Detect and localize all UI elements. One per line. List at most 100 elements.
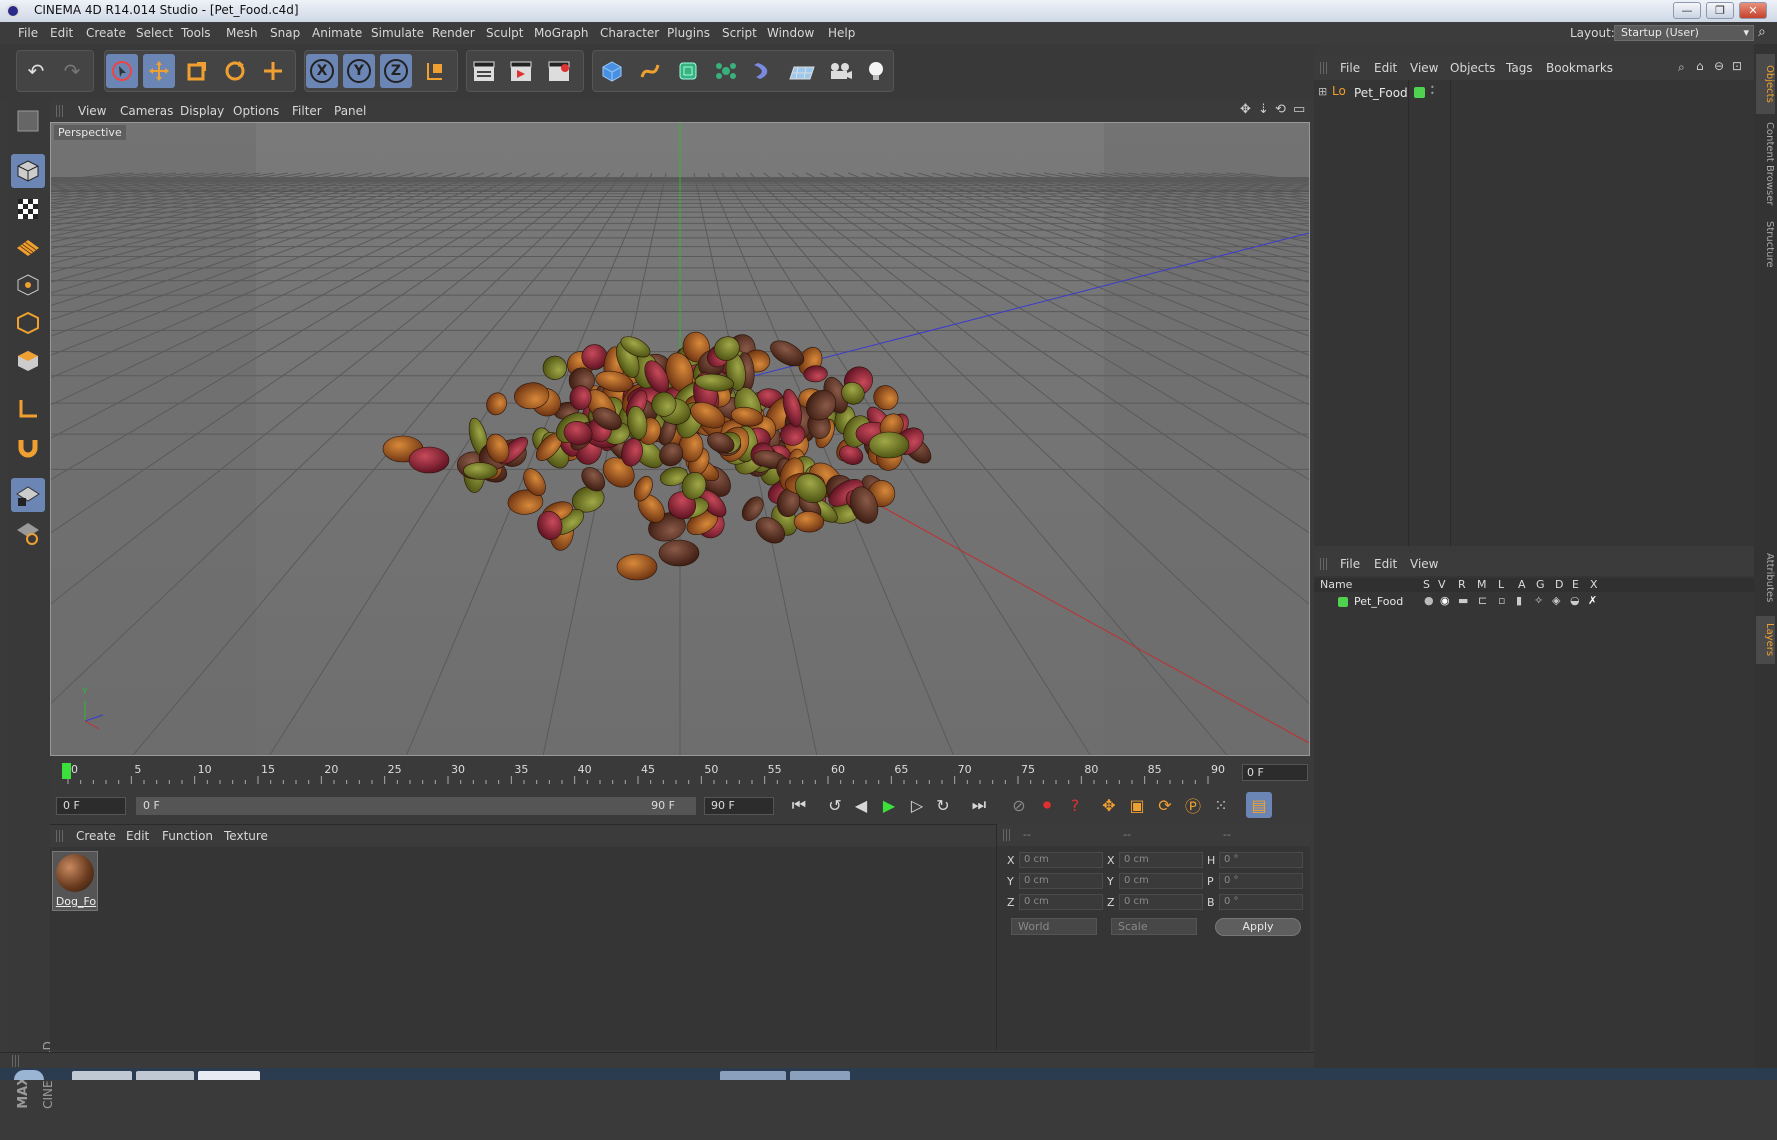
pos-y-field[interactable]: 0 cm <box>1019 873 1103 889</box>
col-locked[interactable]: L <box>1498 578 1504 591</box>
record-rotation-button[interactable]: ⟳ <box>1152 792 1178 818</box>
col-animation[interactable]: A <box>1518 578 1526 591</box>
undo-button[interactable]: ↶ <box>20 54 52 88</box>
render-view-button[interactable] <box>468 54 500 88</box>
record-active-objects-button[interactable]: ⊘ <box>1006 792 1032 818</box>
eye-icon[interactable]: ◉ <box>1440 594 1450 607</box>
visibility-dots-icon[interactable]: • • <box>1430 84 1435 98</box>
rotate-tool-button[interactable] <box>219 54 251 88</box>
edges-mode-button[interactable] <box>11 306 45 340</box>
col-view[interactable]: V <box>1438 578 1446 591</box>
layer-color-swatch[interactable] <box>1338 597 1348 607</box>
search-icon[interactable]: ⌕ <box>1678 60 1685 75</box>
taskbar-item[interactable] <box>790 1071 850 1080</box>
object-menu-tags[interactable]: Tags <box>1506 56 1533 80</box>
layer-color-tag[interactable] <box>1414 87 1425 98</box>
menu-create[interactable]: Create <box>86 22 126 44</box>
go-to-start-button[interactable]: ⏮ <box>786 792 812 818</box>
layer-row[interactable]: Pet_Food ● ◉ ▬ ⊏ ▫ ▮ ✧ ◈ ◒ ✗ <box>1314 594 1754 610</box>
material-swatch[interactable]: Dog_Fo <box>52 851 98 911</box>
size-y-field[interactable]: 0 cm <box>1119 873 1203 889</box>
col-manager[interactable]: M <box>1477 578 1487 591</box>
object-menu-bookmarks[interactable]: Bookmarks <box>1546 56 1613 80</box>
menu-help[interactable]: Help <box>828 22 855 44</box>
layer-menu-edit[interactable]: Edit <box>1374 552 1397 576</box>
planar-workplane-button[interactable] <box>11 516 45 550</box>
xref-icon[interactable]: ✗ <box>1588 594 1597 607</box>
deformer-icon[interactable]: ◈ <box>1552 594 1560 607</box>
pos-z-field[interactable]: 0 cm <box>1019 894 1103 910</box>
viewport-menu-view[interactable]: View <box>78 100 106 122</box>
viewport-menu-display[interactable]: Display <box>180 100 224 122</box>
workplane-lock-button[interactable] <box>11 478 45 512</box>
object-menu-view[interactable]: View <box>1410 56 1438 80</box>
viewport-menu-cameras[interactable]: Cameras <box>120 100 173 122</box>
rot-h-field[interactable]: 0 ° <box>1219 852 1303 868</box>
scale-tool-button[interactable] <box>181 54 213 88</box>
rot-b-field[interactable]: 0 ° <box>1219 894 1303 910</box>
panel-grip[interactable] <box>56 105 64 117</box>
keyframe-selection-button[interactable]: ? <box>1062 792 1088 818</box>
go-to-end-button[interactable]: ⏭ <box>966 792 992 818</box>
workplane-mode-button[interactable] <box>11 230 45 264</box>
add-tool-button[interactable] <box>257 54 289 88</box>
menu-select[interactable]: Select <box>136 22 173 44</box>
lock-icon[interactable]: ▫ <box>1498 594 1505 607</box>
taskbar-item[interactable] <box>720 1071 786 1080</box>
taskbar-item[interactable] <box>136 1071 194 1080</box>
menu-tools[interactable]: Tools <box>181 22 211 44</box>
panel-grip[interactable] <box>56 830 64 842</box>
texture-mode-button[interactable] <box>11 192 45 226</box>
col-render[interactable]: R <box>1458 578 1466 591</box>
nurbs-button[interactable] <box>672 54 704 88</box>
object-menu-objects[interactable]: Objects <box>1450 56 1495 80</box>
tab-layers[interactable]: Layers <box>1756 616 1775 664</box>
max-frame-field[interactable]: 90 F <box>704 797 774 815</box>
col-name[interactable]: Name <box>1320 578 1352 591</box>
viewport-camera-label[interactable]: Perspective <box>54 125 126 140</box>
start-button[interactable] <box>14 1070 44 1080</box>
light-button[interactable] <box>860 54 892 88</box>
rot-p-field[interactable]: 0 ° <box>1219 873 1303 889</box>
col-generators[interactable]: G <box>1536 578 1545 591</box>
material-menu-create[interactable]: Create <box>76 825 116 847</box>
viewport-menu-filter[interactable]: Filter <box>292 100 322 122</box>
axis-mode-button[interactable] <box>11 392 45 426</box>
material-menu-texture[interactable]: Texture <box>224 825 268 847</box>
search-icon[interactable]: ⌕ <box>1758 24 1766 40</box>
menu-file[interactable]: File <box>18 22 38 44</box>
record-scale-button[interactable]: ▣ <box>1124 792 1150 818</box>
object-name[interactable]: Pet_Food <box>1354 86 1408 100</box>
menu-mesh[interactable]: Mesh <box>226 22 258 44</box>
material-menu-edit[interactable]: Edit <box>126 825 149 847</box>
timeline-window-button[interactable]: ▤ <box>1246 792 1272 818</box>
redo-button[interactable]: ↷ <box>56 54 88 88</box>
panel-grip[interactable] <box>1320 62 1328 74</box>
timeline-ruler[interactable]: 0 5 10 15 20 25 30 35 40 45 50 55 60 65 70 75 80 85 90 0 F <box>50 760 1310 788</box>
panel-grip[interactable] <box>1003 829 1011 841</box>
make-editable-button[interactable] <box>11 104 45 138</box>
animation-icon[interactable]: ▮ <box>1516 594 1522 607</box>
object-menu-edit[interactable]: Edit <box>1374 56 1397 80</box>
coordinate-system-button[interactable] <box>418 54 450 88</box>
cube-object-button[interactable] <box>596 54 628 88</box>
size-z-field[interactable]: 0 cm <box>1119 894 1203 910</box>
move-tool-button[interactable] <box>143 54 175 88</box>
next-frame-button[interactable]: ▷ <box>904 792 930 818</box>
record-point-level-button[interactable]: ⁙ <box>1208 792 1234 818</box>
collapse-icon[interactable]: ⊖ <box>1714 59 1724 73</box>
solo-icon[interactable]: ● <box>1424 594 1434 607</box>
menu-mograph[interactable]: MoGraph <box>534 22 589 44</box>
apply-button[interactable]: Apply <box>1215 918 1301 936</box>
snap-toggle-button[interactable] <box>11 430 45 464</box>
home-icon[interactable]: ⌂ <box>1696 59 1704 73</box>
z-axis-lock-button[interactable]: Z <box>380 54 412 88</box>
tab-content-browser[interactable]: Content Browser <box>1756 118 1775 210</box>
col-expressions[interactable]: E <box>1572 578 1579 591</box>
tab-attributes[interactable]: Attributes <box>1756 544 1775 612</box>
3d-viewport[interactable]: Perspective Y <box>50 122 1310 756</box>
timeline-end-field[interactable]: 0 F <box>1242 764 1308 781</box>
viewport-menu-options[interactable]: Options <box>233 100 279 122</box>
polygons-mode-button[interactable] <box>11 344 45 378</box>
camera-button[interactable] <box>824 54 856 88</box>
